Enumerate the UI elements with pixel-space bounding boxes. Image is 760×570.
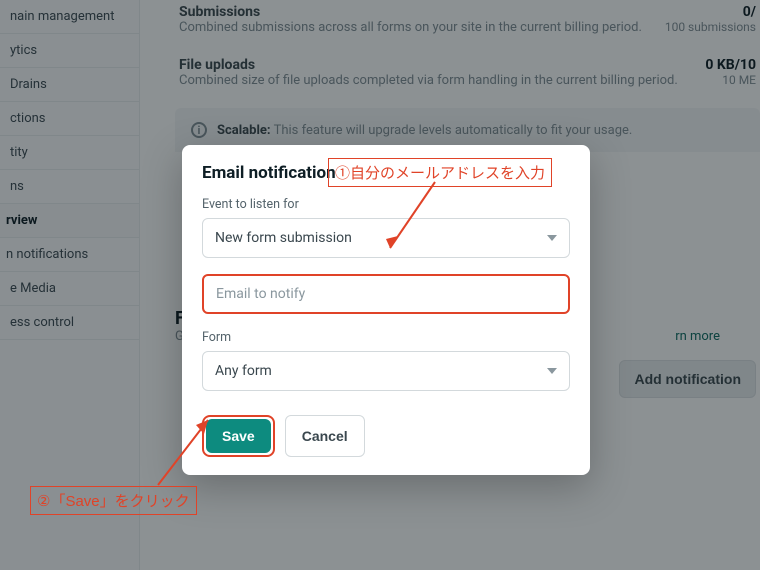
email-input[interactable]: [202, 274, 570, 314]
email-notification-modal: Email notification Event to listen for N…: [182, 145, 590, 475]
event-select[interactable]: New form submission: [202, 218, 570, 258]
event-label: Event to listen for: [202, 197, 570, 212]
cancel-button[interactable]: Cancel: [285, 415, 365, 457]
save-button[interactable]: Save: [206, 419, 271, 453]
chevron-down-icon: [547, 235, 557, 241]
form-label: Form: [202, 330, 570, 345]
form-select[interactable]: Any form: [202, 351, 570, 391]
chevron-down-icon: [547, 368, 557, 374]
form-value: Any form: [215, 363, 272, 379]
modal-title: Email notification: [202, 163, 570, 183]
event-value: New form submission: [215, 230, 352, 246]
